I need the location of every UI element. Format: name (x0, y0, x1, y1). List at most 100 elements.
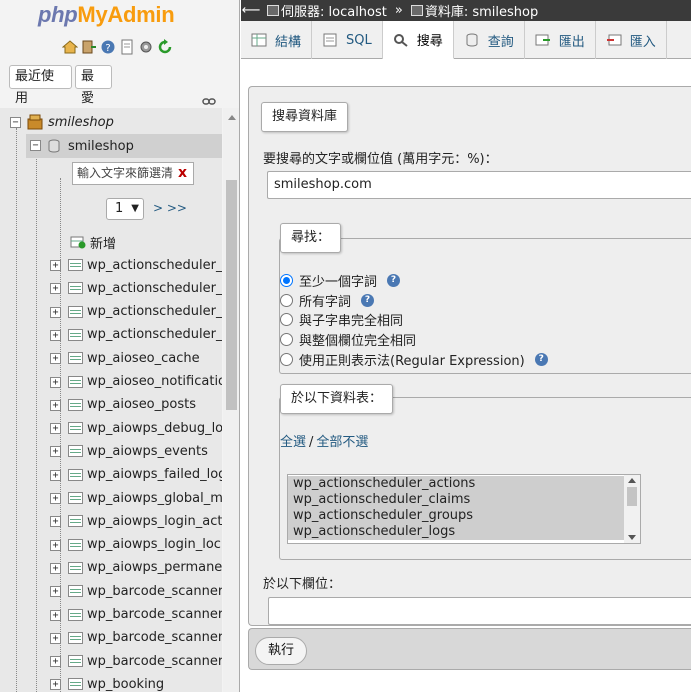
table-icon (68, 561, 83, 574)
phpmyadmin-logo[interactable]: phpMyAdmin (38, 2, 175, 28)
nav-table-item[interactable]: wp_barcode_scanner_b (68, 605, 222, 625)
table-expander[interactable]: + (50, 493, 61, 504)
new-table-item[interactable]: 新增 (70, 232, 116, 252)
nav-table-item[interactable]: wp_actionscheduler_logs (68, 325, 222, 345)
column-name-input[interactable] (268, 597, 691, 625)
radio-button[interactable] (280, 274, 293, 287)
list-scrollbar[interactable] (624, 475, 640, 543)
help-icon[interactable]: ? (534, 352, 548, 366)
table-expander[interactable]: + (50, 609, 61, 621)
nav-table-item[interactable]: wp_booking (68, 674, 164, 692)
scroll-down-icon[interactable] (628, 535, 636, 540)
table-expander[interactable]: + (50, 632, 61, 644)
help-icon[interactable]: ? (100, 39, 116, 55)
nav-table-item[interactable]: wp_aiowps_events (68, 441, 208, 461)
tab-search[interactable]: 搜尋 (382, 21, 454, 59)
recent-tables-button[interactable]: 最近使用 (9, 65, 72, 106)
radio-button[interactable] (280, 293, 293, 307)
table-expander[interactable]: + (50, 516, 61, 528)
nav-table-item[interactable]: wp_aiowps_global_meta (68, 488, 222, 508)
nav-table-item[interactable]: wp_barcode_scanner_c (68, 628, 222, 648)
go-button[interactable]: 執行 (255, 637, 308, 665)
clear-filter-icon[interactable]: x (178, 165, 187, 181)
table-filter-input[interactable]: 輸入文字來篩選清單 (72, 162, 194, 185)
table-expander[interactable]: + (50, 353, 61, 365)
documentation-icon[interactable] (119, 39, 135, 55)
scroll-up-icon[interactable] (228, 115, 236, 120)
radio-button[interactable] (280, 352, 293, 366)
nav-table-item[interactable]: wp_aiowps_failed_logins (68, 465, 222, 485)
table-expander[interactable]: + (50, 446, 61, 458)
nav-table-item[interactable]: wp_aiowps_login_lockdown (68, 535, 222, 555)
search-criteria-input[interactable]: smileshop.com (267, 171, 691, 199)
help-icon[interactable]: ? (361, 293, 375, 307)
radio-button[interactable] (280, 333, 293, 347)
table-icon (68, 259, 83, 271)
breadcrumb-server[interactable]: 伺服器: localhost (267, 1, 387, 20)
table-expander[interactable]: + (50, 539, 61, 551)
collapse-db-expander[interactable]: − (30, 140, 41, 151)
table-option[interactable]: wp_actionscheduler_actions (288, 476, 624, 492)
select-all-link[interactable]: 全選 (280, 435, 306, 450)
favorite-tables-button[interactable]: 最愛 (75, 65, 112, 106)
tab-import[interactable]: 匯入 (596, 21, 667, 59)
table-expander[interactable]: + (50, 283, 61, 295)
radio-button[interactable] (280, 313, 293, 327)
nav-table-item[interactable]: wp_aioseo_notifications (68, 372, 222, 392)
table-expander[interactable]: + (50, 329, 61, 341)
table-expander[interactable]: + (50, 423, 61, 435)
home-icon[interactable] (62, 39, 78, 55)
table-expander[interactable]: + (50, 376, 61, 388)
tab-structure[interactable]: 結構 (241, 21, 313, 59)
db-node-smileshop[interactable]: smileshop (48, 136, 134, 156)
table-icon (68, 515, 83, 528)
scrollbar-thumb[interactable] (627, 487, 637, 506)
tab-query[interactable]: 查詢 (454, 21, 525, 59)
next-page-link[interactable]: > >> (153, 201, 187, 215)
table-expander[interactable]: + (50, 656, 61, 668)
table-expander[interactable]: + (50, 469, 61, 481)
scroll-up-icon[interactable] (628, 478, 636, 483)
settings-gear-icon[interactable] (138, 39, 154, 55)
select-none-link[interactable]: 全部不選 (316, 435, 368, 450)
find-option-radio[interactable]: 至少一個字詞? (280, 271, 401, 290)
logout-icon[interactable] (81, 39, 97, 55)
find-option-radio[interactable]: 使用正則表示法(Regular Expression)? (280, 350, 548, 369)
nav-table-item[interactable]: wp_aiowps_login_activity (68, 511, 222, 531)
table-option[interactable]: wp_actionscheduler_groups (288, 508, 624, 524)
table-expander[interactable]: + (50, 586, 61, 598)
help-icon[interactable]: ? (387, 274, 401, 287)
export-icon (535, 33, 551, 47)
nav-table-item[interactable]: wp_aioseo_posts (68, 395, 196, 415)
nav-scrollbar[interactable] (223, 108, 239, 692)
find-option-radio[interactable]: 與子字串完全相同 (280, 310, 403, 329)
nav-table-item[interactable]: wp_aioseo_cache (68, 348, 200, 368)
page-select[interactable]: 1 ▼ (106, 198, 144, 220)
nav-table-item[interactable]: wp_aiowps_debug_log (68, 418, 222, 438)
table-option[interactable]: wp_actionscheduler_logs (288, 524, 624, 540)
tables-multiselect[interactable]: wp_actionscheduler_actions wp_actionsched… (287, 474, 641, 544)
scrollbar-thumb[interactable] (226, 180, 237, 410)
collapse-root-expander[interactable]: − (10, 117, 21, 128)
find-option-radio[interactable]: 與整個欄位完全相同 (280, 330, 416, 349)
table-expander[interactable]: + (50, 260, 61, 271)
back-arrow-icon[interactable]: ⟵ (241, 3, 261, 18)
nav-table-item[interactable]: wp_actionscheduler_groups (68, 302, 222, 322)
nav-table-item[interactable]: wp_actionscheduler_claims (68, 278, 222, 298)
table-expander[interactable]: + (50, 562, 61, 574)
nav-table-item[interactable]: wp_actionscheduler_actions (68, 255, 222, 275)
nav-table-item[interactable]: wp_barcode_scanner_a (68, 581, 222, 601)
tab-export[interactable]: 匯出 (525, 21, 596, 59)
table-icon (68, 445, 83, 458)
table-expander[interactable]: + (50, 399, 61, 411)
nav-table-item[interactable]: wp_barcode_scanner_d (68, 651, 222, 671)
breadcrumb-database[interactable]: 資料庫: smileshop (410, 1, 538, 20)
table-option[interactable]: wp_actionscheduler_claims (288, 492, 624, 508)
table-expander[interactable]: + (50, 679, 61, 691)
nav-table-item[interactable]: wp_aiowps_permanent_block (68, 558, 222, 578)
find-option-radio[interactable]: 所有字詞? (280, 291, 375, 310)
reload-icon[interactable] (157, 39, 173, 55)
table-expander[interactable]: + (50, 306, 61, 318)
tab-sql[interactable]: SQL (312, 21, 383, 59)
root-db-node[interactable]: smileshop (26, 112, 114, 132)
